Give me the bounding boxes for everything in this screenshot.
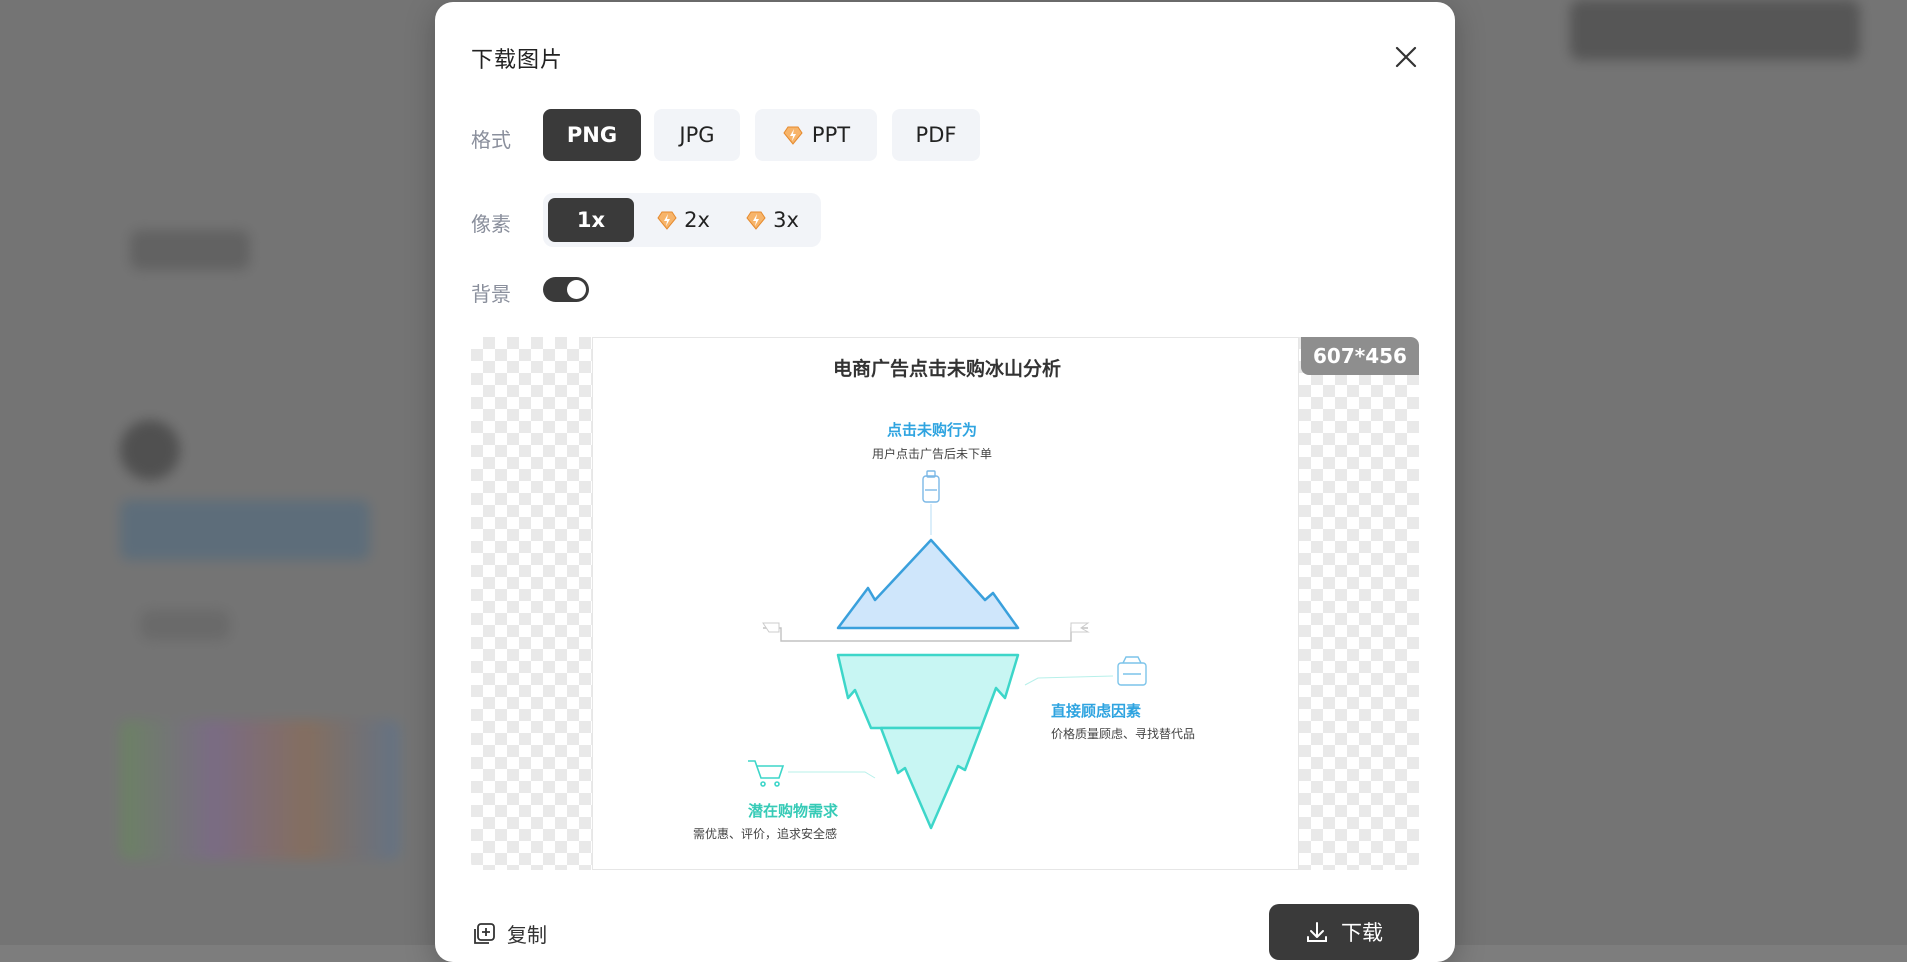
format-jpg-button[interactable]: JPG: [654, 109, 740, 161]
right-description: 价格质量顾虑、寻找替代品: [1051, 726, 1195, 741]
background-toggle[interactable]: [543, 277, 589, 302]
dimensions-badge: 607*456: [1301, 337, 1419, 375]
scale-1x-button[interactable]: 1x: [548, 198, 634, 242]
iceberg-tip: [836, 538, 1020, 630]
bottle-icon: [922, 470, 940, 503]
format-option-label: PPT: [811, 123, 851, 147]
scale-segmented-control: 1x 2x 3x: [543, 193, 821, 247]
format-ppt-button[interactable]: PPT: [755, 109, 877, 161]
copy-label: 复制: [507, 923, 547, 947]
flag-icon: [762, 622, 780, 633]
connector-line: [1024, 675, 1114, 686]
iceberg-infographic: 电商广告点击未购冰山分析 点击未购行为 用户点击广告后未下单 直接顾虑因素 价格…: [693, 357, 1195, 841]
format-png-button[interactable]: PNG: [543, 109, 641, 161]
scale-3x-button[interactable]: 3x: [731, 198, 813, 242]
toggle-knob: [567, 280, 586, 299]
close-icon: [1395, 46, 1417, 68]
top-description: 用户点击广告后未下单: [872, 446, 992, 461]
connector-line: [788, 771, 876, 779]
preview-canvas: 电商广告点击未购冰山分析 点击未购行为 用户点击广告后未下单 直接顾虑因素 价格…: [592, 337, 1299, 870]
premium-badge-icon: [657, 211, 677, 230]
download-label: 下载: [1341, 921, 1383, 945]
right-heading: 直接顾虑因素: [1051, 702, 1141, 720]
scale-option-label: 1x: [576, 208, 606, 232]
water-line: [763, 627, 1088, 642]
premium-badge-icon: [783, 126, 803, 145]
iceberg-middle: [836, 653, 1020, 730]
format-option-label: PDF: [915, 123, 957, 147]
left-heading: 潜在购物需求: [748, 802, 839, 820]
shopping-cart-icon: [748, 760, 785, 787]
left-description: 需优惠、评价，追求安全感: [693, 826, 837, 841]
download-image-dialog: 下载图片 格式 PNG JPG PPT PDF 像素 1x 2x 3x 背景 电…: [435, 2, 1455, 962]
copy-button[interactable]: 复制: [471, 919, 547, 948]
download-icon: [1307, 922, 1327, 942]
format-option-label: JPG: [679, 123, 715, 147]
format-option-label: PNG: [566, 123, 618, 147]
top-heading: 点击未购行为: [887, 421, 977, 439]
scale-option-label: 3x: [773, 208, 799, 232]
background-label: 背景: [471, 282, 511, 306]
download-button[interactable]: 下载: [1269, 904, 1419, 960]
infographic-title: 电商广告点击未购冰山分析: [833, 357, 1061, 380]
wallet-icon: [1117, 656, 1147, 686]
format-label: 格式: [471, 128, 511, 152]
image-preview: 电商广告点击未购冰山分析 点击未购行为 用户点击广告后未下单 直接顾虑因素 价格…: [471, 337, 1419, 870]
scale-label: 像素: [471, 212, 511, 236]
premium-badge-icon: [746, 211, 766, 230]
scale-option-label: 2x: [684, 208, 710, 232]
iceberg-bottom: [879, 726, 983, 830]
scale-2x-button[interactable]: 2x: [643, 198, 723, 242]
close-button[interactable]: [1393, 44, 1419, 70]
copy-icon: [474, 922, 495, 944]
dialog-title: 下载图片: [471, 48, 564, 73]
format-pdf-button[interactable]: PDF: [892, 109, 980, 161]
